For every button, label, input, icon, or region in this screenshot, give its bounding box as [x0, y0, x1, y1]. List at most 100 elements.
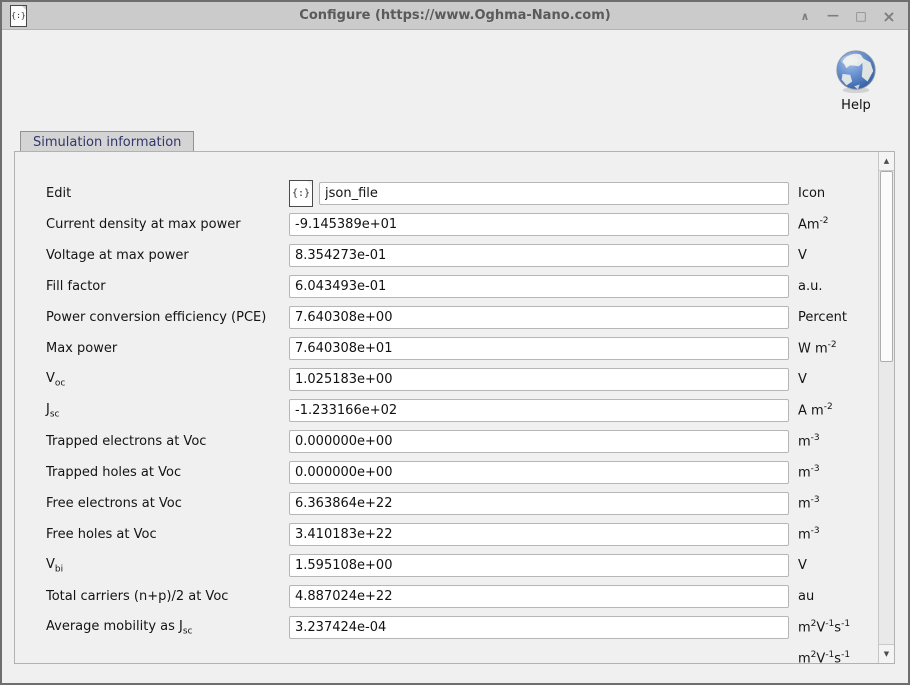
row-label: Trapped electrons at Voc: [46, 434, 289, 449]
row-unit: m-3: [798, 526, 878, 542]
form-row: Voc V: [46, 364, 878, 395]
row-value-input[interactable]: [289, 554, 789, 577]
row-input-slot: [289, 337, 789, 360]
form-row: Vbi V: [46, 550, 878, 581]
row-value-input[interactable]: [289, 430, 789, 453]
form-row: Voltage at max power V: [46, 240, 878, 271]
row-input-slot: [289, 523, 789, 546]
form-row: Free electrons at Voc m-3: [46, 488, 878, 519]
form-row: Fill factor a.u.: [46, 271, 878, 302]
row-input-slot: {:}: [289, 180, 789, 207]
row-label: Total carriers (n+p)/2 at Voc: [46, 589, 289, 604]
row-unit: m-3: [798, 495, 878, 511]
row-unit: m2V-1s-1: [798, 619, 878, 635]
json-file-icon: {:}: [289, 180, 313, 207]
scroll-up-arrow-icon[interactable]: ▲: [879, 152, 894, 171]
row-label: Voc: [46, 371, 289, 389]
form-row: Free holes at Voc m-3: [46, 519, 878, 550]
row-label: Vbi: [46, 557, 289, 575]
row-unit: m2V-1s-1: [798, 650, 878, 663]
row-unit: a.u.: [798, 279, 878, 294]
row-value-input[interactable]: [289, 275, 789, 298]
row-unit: A m-2: [798, 402, 878, 418]
row-label: Current density at max power: [46, 217, 289, 232]
json-icon-text: {:}: [292, 188, 310, 199]
row-label: Edit: [46, 186, 289, 201]
row-value-input[interactable]: [289, 213, 789, 236]
row-input-slot: [289, 213, 789, 236]
form-row: Trapped holes at Voc m-3: [46, 457, 878, 488]
row-input-slot: [289, 492, 789, 515]
close-button[interactable]: ×: [880, 7, 898, 25]
doc-fold: [21, 5, 27, 11]
form-row: Jsc A m-2: [46, 395, 878, 426]
shade-button[interactable]: ∧: [796, 7, 814, 25]
form-row: Trapped electrons at Voc m-3: [46, 426, 878, 457]
row-input-slot: [289, 399, 789, 422]
row-value-input[interactable]: [319, 182, 789, 205]
minimize-button[interactable]: —: [824, 7, 842, 25]
titlebar[interactable]: {:} Configure (https://www.Oghma-Nano.co…: [2, 2, 908, 30]
row-value-input[interactable]: [289, 523, 789, 546]
row-value-input[interactable]: [289, 585, 789, 608]
row-label: Jsc: [46, 402, 289, 420]
row-input-slot: [289, 306, 789, 329]
form-row: Total carriers (n+p)/2 at Voc au: [46, 581, 878, 612]
row-unit: m-3: [798, 464, 878, 480]
scrollbar-thumb[interactable]: [880, 171, 893, 362]
maximize-button[interactable]: □: [852, 7, 870, 25]
globe-help-icon: [833, 48, 879, 94]
row-unit: W m-2: [798, 340, 878, 356]
row-input-slot: [289, 368, 789, 391]
tab-label: Simulation information: [33, 135, 181, 150]
row-input-slot: [289, 275, 789, 298]
row-value-input[interactable]: [289, 461, 789, 484]
row-input-slot: [289, 430, 789, 453]
form-row: Max power W m-2: [46, 333, 878, 364]
row-label: Average mobility as Jsc: [46, 619, 289, 637]
tab-simulation-information[interactable]: Simulation information: [20, 131, 194, 153]
help-button[interactable]: Help: [820, 48, 892, 113]
row-input-slot: [289, 554, 789, 577]
vertical-scrollbar[interactable]: ▲ ▼: [878, 152, 894, 663]
row-unit: V: [798, 558, 878, 573]
row-label: Free holes at Voc: [46, 527, 289, 542]
form-row: Edit {:} Icon: [46, 178, 878, 209]
row-value-input[interactable]: [289, 337, 789, 360]
row-label: Voltage at max power: [46, 248, 289, 263]
row-unit: Am-2: [798, 216, 878, 232]
row-label: Fill factor: [46, 279, 289, 294]
form-row: Power conversion efficiency (PCE) Percen…: [46, 302, 878, 333]
doc-fold: [306, 180, 313, 187]
row-input-slot: [289, 244, 789, 267]
help-label: Help: [820, 98, 892, 113]
row-value-input[interactable]: [289, 399, 789, 422]
row-input-slot: [289, 616, 789, 639]
row-value-input[interactable]: [289, 616, 789, 639]
form-row: Average mobility as Jsc m2V-1s-1: [46, 612, 878, 643]
row-label: Trapped holes at Voc: [46, 465, 289, 480]
scroll-down-arrow-icon[interactable]: ▼: [879, 644, 894, 663]
app-json-doc-icon: {:}: [10, 5, 27, 27]
row-input-slot: [289, 585, 789, 608]
form-rows: Edit {:} Icon Current density at max pow…: [15, 152, 878, 663]
row-label: Max power: [46, 341, 289, 356]
row-value-input[interactable]: [289, 492, 789, 515]
row-input-slot: [289, 461, 789, 484]
row-unit: m-3: [798, 433, 878, 449]
row-value-input[interactable]: [289, 244, 789, 267]
app-icon-text: {:}: [11, 11, 25, 20]
row-label: Power conversion efficiency (PCE): [46, 310, 289, 325]
window-controls: ∧ — □ ×: [796, 2, 898, 30]
row-unit: au: [798, 589, 878, 604]
form-row: Current density at max power Am-2: [46, 209, 878, 240]
row-label: Free electrons at Voc: [46, 496, 289, 511]
configure-window: {:} Configure (https://www.Oghma-Nano.co…: [0, 0, 910, 685]
simulation-info-panel: Edit {:} Icon Current density at max pow…: [14, 151, 895, 664]
row-unit: Icon: [798, 186, 878, 201]
row-value-input[interactable]: [289, 306, 789, 329]
row-unit: Percent: [798, 310, 878, 325]
row-value-input[interactable]: [289, 368, 789, 391]
form-row: m2V-1s-1: [46, 643, 878, 663]
window-title: Configure (https://www.Oghma-Nano.com): [2, 8, 908, 23]
